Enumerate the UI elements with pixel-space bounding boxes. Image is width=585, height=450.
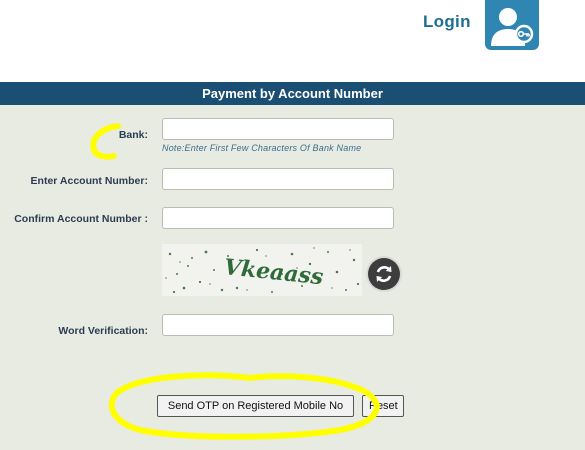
captcha-text: Vkeaass: [223, 254, 325, 290]
account-number-input[interactable]: [162, 168, 394, 190]
confirm-account-label: Confirm Account Number :: [14, 213, 148, 225]
reset-button[interactable]: Reset: [362, 395, 404, 417]
payment-form: Payment by Account Number Bank: Note:Ent…: [0, 82, 585, 450]
captcha-image: Vkeaass: [162, 244, 362, 296]
bank-note: Note:Enter First Few Characters Of Bank …: [162, 143, 362, 153]
confirm-account-input[interactable]: [162, 207, 394, 229]
login-link[interactable]: Login: [423, 12, 471, 32]
refresh-captcha-icon[interactable]: [368, 258, 400, 290]
user-key-icon[interactable]: [485, 0, 539, 50]
word-verification-label: Word Verification:: [58, 325, 148, 337]
form-title: Payment by Account Number: [0, 82, 585, 105]
send-otp-button[interactable]: Send OTP on Registered Mobile No: [157, 395, 354, 417]
bank-label: Bank:: [118, 129, 148, 141]
account-number-label: Enter Account Number:: [30, 175, 148, 187]
word-verification-input[interactable]: [162, 314, 394, 336]
bank-input[interactable]: [162, 118, 394, 140]
